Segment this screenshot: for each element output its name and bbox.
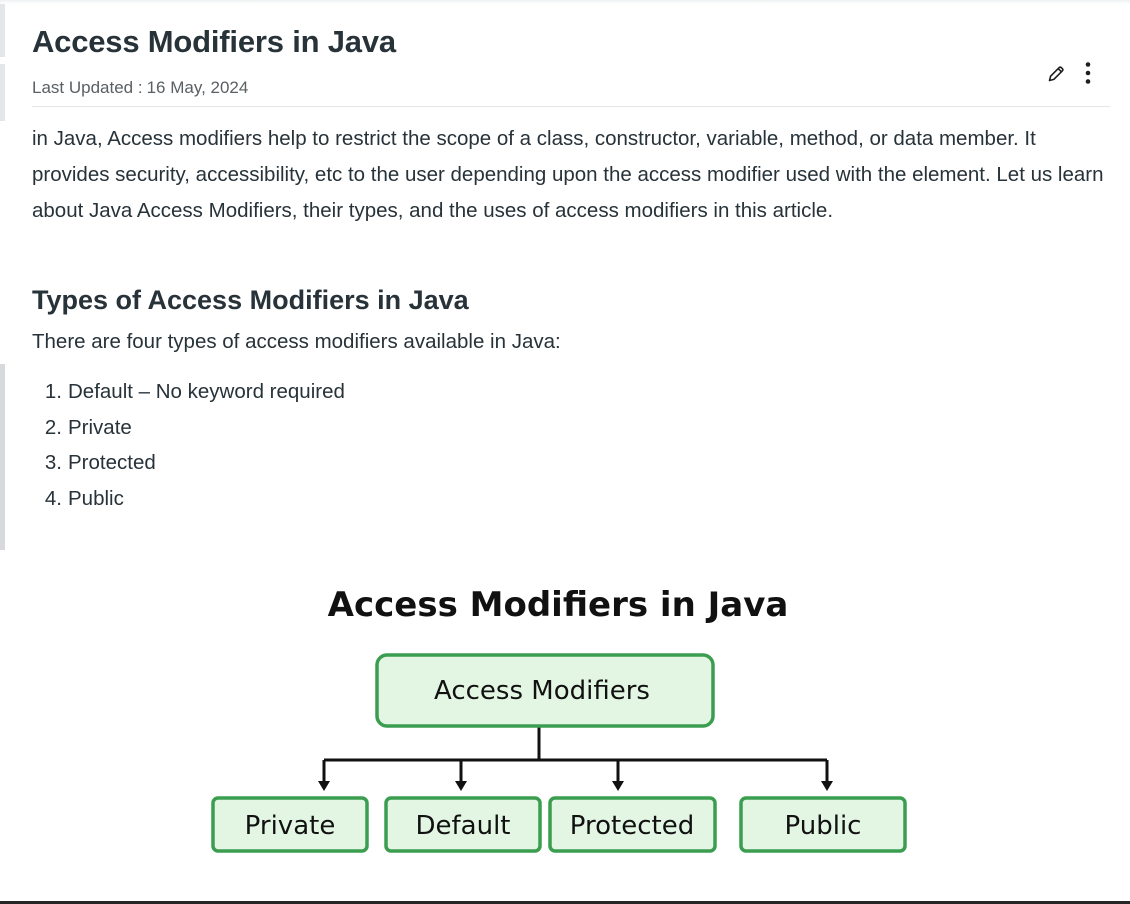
edit-button[interactable]	[1046, 61, 1066, 87]
last-updated-label: Last Updated :	[32, 78, 143, 97]
more-options-button[interactable]	[1078, 61, 1098, 87]
last-updated: Last Updated :16 May, 2024	[32, 76, 248, 100]
diagram-title: Access Modifiers in Java	[328, 585, 789, 625]
diagram-child-label: Public	[785, 811, 862, 841]
intro-paragraph: in Java, Access modifiers help to restri…	[32, 127, 1104, 222]
list-item: 2Private	[32, 410, 345, 446]
pencil-icon	[1048, 66, 1064, 82]
connector-arrow	[612, 781, 624, 791]
diagram-root-node: Access Modifiers	[375, 653, 715, 728]
connector-arrow	[318, 781, 330, 791]
connector-arrow	[821, 781, 833, 791]
list-item: 1Default – No keyword required	[32, 374, 345, 410]
section-heading: Types of Access Modifiers in Java	[32, 285, 469, 315]
left-scroll-indicator	[0, 364, 5, 550]
section-lead: There are four types of access modifiers…	[32, 330, 561, 353]
list-item: 4Public	[32, 481, 345, 517]
diagram-child-label: Default	[416, 811, 511, 841]
list-item: 3Protected	[32, 445, 345, 481]
access-modifiers-diagram: Access Modifiers in Java Access Modifier…	[200, 566, 920, 866]
diagram-child-private: Private	[211, 796, 369, 853]
left-rail-marker	[0, 64, 5, 121]
last-updated-date: 16 May, 2024	[146, 78, 249, 97]
diagram-root-label: Access Modifiers	[434, 676, 650, 706]
article-actions	[1046, 60, 1098, 88]
diagram-connectors	[318, 726, 833, 791]
diagram-child-label: Private	[245, 811, 336, 841]
diagram-child-label: Protected	[570, 811, 694, 841]
kebab-menu-icon	[1085, 62, 1091, 84]
header-divider	[32, 106, 1110, 107]
diagram-child-public: Public	[739, 796, 907, 853]
article-title: Access Modifiers in Java	[32, 24, 396, 59]
left-rail-marker	[0, 4, 5, 57]
page-top-shadow	[0, 0, 1130, 4]
diagram-child-protected: Protected	[548, 796, 717, 853]
connector-arrow	[455, 781, 467, 791]
types-list: 1Default – No keyword required 2Private …	[32, 374, 345, 516]
diagram-child-default: Default	[384, 796, 542, 853]
